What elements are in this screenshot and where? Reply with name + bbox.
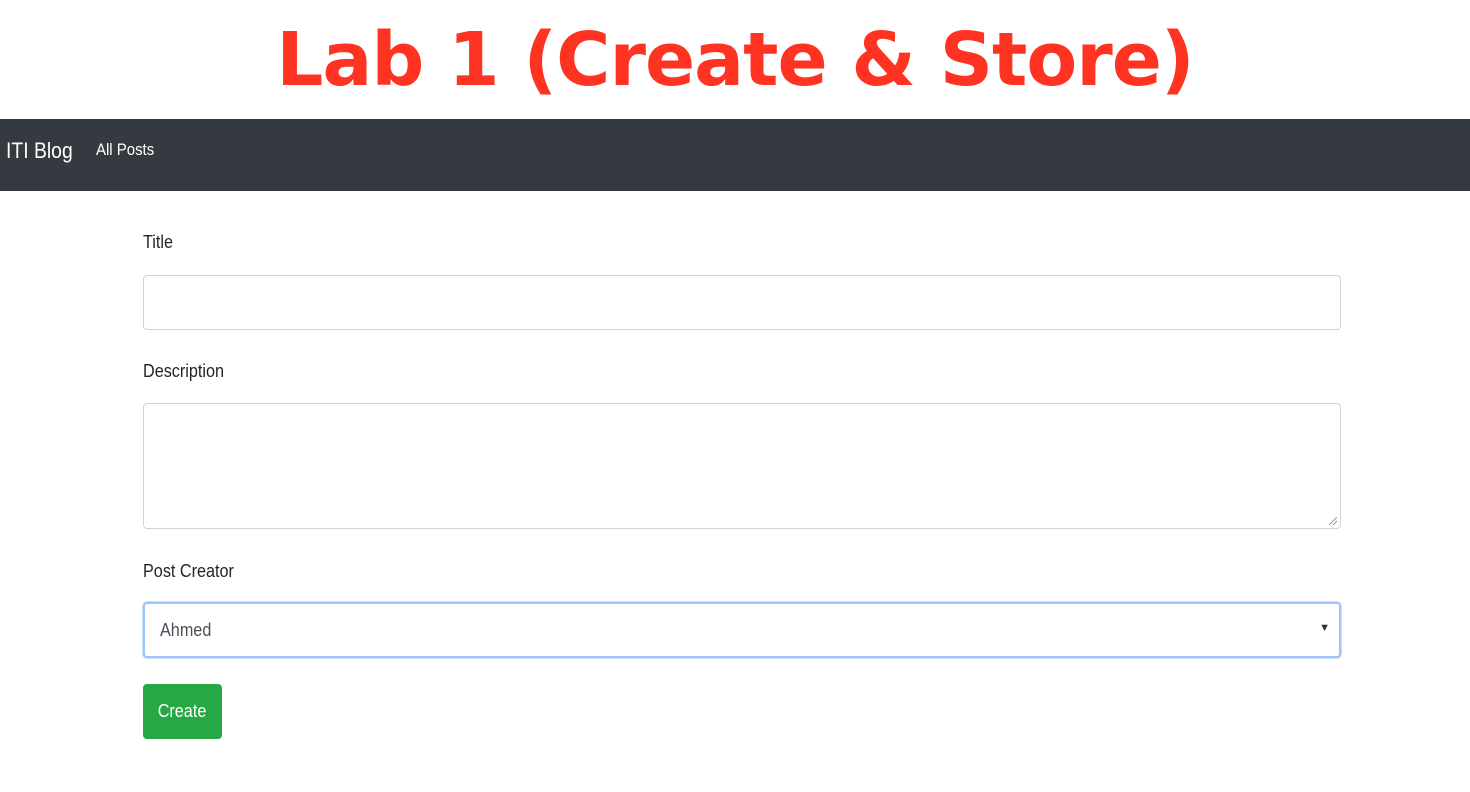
title-input[interactable] bbox=[143, 275, 1341, 330]
navbar-brand[interactable]: ITI Blog bbox=[6, 138, 73, 164]
create-button-label: Create bbox=[158, 701, 207, 721]
post-creator-select[interactable]: Ahmed ▼ bbox=[143, 602, 1341, 658]
description-textarea[interactable] bbox=[143, 403, 1341, 529]
title-label: Title bbox=[143, 232, 174, 252]
create-button[interactable]: Create bbox=[143, 684, 222, 739]
navbar: ITI Blog All Posts bbox=[0, 119, 1470, 191]
post-creator-selected: Ahmed bbox=[160, 619, 212, 640]
post-creator-label: Post Creator bbox=[143, 561, 234, 581]
nav-link-all-posts[interactable]: All Posts bbox=[96, 140, 154, 160]
description-label: Description bbox=[143, 361, 225, 381]
resize-grip-icon[interactable] bbox=[1329, 517, 1337, 525]
slide-title: Lab 1 (Create & Store) bbox=[276, 17, 1194, 103]
chevron-down-icon: ▼ bbox=[1319, 622, 1330, 634]
